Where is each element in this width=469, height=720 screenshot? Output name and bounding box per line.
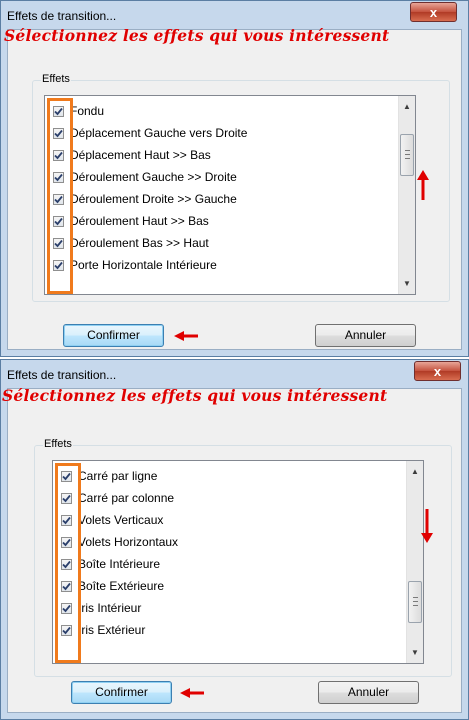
list-item-label: Déplacement Gauche vers Droite	[70, 126, 248, 140]
effects-listbox[interactable]: Carré par ligne Carré par colonne Volets V…	[52, 460, 424, 664]
window-title: Effets de transition...	[7, 9, 117, 23]
list-item-label: Déplacement Haut >> Bas	[70, 148, 211, 162]
list-item-label: Porte Horizontale Intérieure	[70, 258, 217, 272]
window-title: Effets de transition...	[7, 368, 117, 382]
close-button[interactable]: x	[410, 2, 457, 22]
list-item[interactable]: Déroulement Gauche >> Droite	[53, 166, 237, 188]
effects-listbox[interactable]: Fondu Déplacement Gauche vers Droite Dépla…	[44, 95, 416, 295]
scroll-up-icon[interactable]: ▲	[407, 463, 423, 480]
list-item-label: Iris Extérieur	[78, 623, 146, 637]
red-arrow-icon	[180, 688, 204, 698]
list-item-label: Fondu	[70, 104, 105, 118]
list-item-label: Déroulement Bas >> Haut	[70, 236, 209, 250]
list-item[interactable]: Déplacement Gauche vers Droite	[53, 122, 247, 144]
dialog-top: Effets de transition... x Sélectionnez l…	[0, 0, 469, 357]
red-arrow-icon	[417, 170, 429, 200]
list-item-label: Carré par colonne	[78, 491, 175, 505]
scroll-thumb[interactable]	[408, 581, 422, 623]
dialog-body: Sélectionnez les effets qui vous intéres…	[4, 26, 462, 350]
instruction-banner: Sélectionnez les effets qui vous intéres…	[4, 26, 390, 45]
titlebar[interactable]: Effets de transition... x	[1, 1, 468, 29]
list-item-label: Volets Horizontaux	[78, 535, 179, 549]
list-item[interactable]: Déroulement Droite >> Gauche	[53, 188, 237, 210]
scroll-thumb[interactable]	[400, 134, 414, 176]
list-item-label: Iris Intérieur	[78, 601, 142, 615]
checkbox-highlight-frame	[47, 98, 73, 294]
titlebar[interactable]: Effets de transition... x	[1, 360, 468, 388]
close-icon: x	[433, 364, 442, 379]
list-item[interactable]: Porte Horizontale Intérieure	[53, 254, 217, 276]
group-label: Effets	[43, 438, 73, 450]
vertical-scrollbar[interactable]: ▲ ▼	[398, 96, 415, 294]
list-item-label: Déroulement Droite >> Gauche	[70, 192, 237, 206]
vertical-scrollbar[interactable]: ▲ ▼	[406, 461, 423, 663]
list-item-label: Déroulement Gauche >> Droite	[70, 170, 237, 184]
dialog-bottom: Effets de transition... x Sélectionnez l…	[0, 359, 469, 720]
confirm-button[interactable]: Confirmer	[63, 324, 164, 347]
red-arrow-icon	[174, 331, 198, 341]
dialog-body: Sélectionnez les effets qui vous intéres…	[2, 386, 462, 713]
list-item-label: Volets Verticaux	[78, 513, 164, 527]
list-item[interactable]: Déplacement Haut >> Bas	[53, 144, 211, 166]
close-button[interactable]: x	[414, 361, 461, 381]
cancel-button[interactable]: Annuler	[315, 324, 416, 347]
scroll-down-icon[interactable]: ▼	[407, 644, 423, 661]
group-label: Effets	[41, 73, 71, 85]
list-item-label: Déroulement Haut >> Bas	[70, 214, 209, 228]
instruction-banner: Sélectionnez les effets qui vous intéres…	[2, 386, 388, 405]
list-item[interactable]: Déroulement Bas >> Haut	[53, 232, 209, 254]
red-arrow-icon	[421, 509, 433, 543]
list-item-label: Boîte Intérieure	[78, 557, 161, 571]
cancel-button[interactable]: Annuler	[318, 681, 419, 704]
scroll-up-icon[interactable]: ▲	[399, 98, 415, 115]
list-item[interactable]: Déroulement Haut >> Bas	[53, 210, 209, 232]
close-icon: x	[429, 5, 438, 20]
checkbox-highlight-frame	[55, 463, 81, 663]
scroll-down-icon[interactable]: ▼	[399, 275, 415, 292]
confirm-button[interactable]: Confirmer	[71, 681, 172, 704]
list-item-label: Boîte Extérieure	[78, 579, 165, 593]
list-item-label: Carré par ligne	[78, 469, 158, 483]
